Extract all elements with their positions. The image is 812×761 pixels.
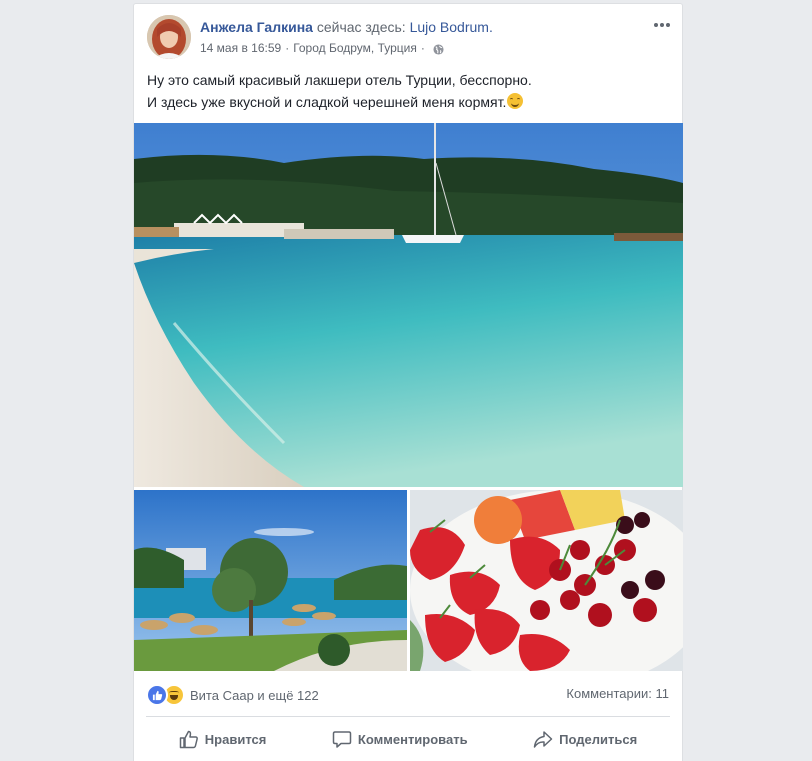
post-location-link[interactable]: Город Бодрум, Турция — [293, 40, 417, 56]
meta-separator: · — [420, 41, 425, 55]
smile-emoji-icon — [507, 93, 524, 109]
comments-count-link[interactable]: Комментарии: 11 — [566, 686, 669, 701]
share-arrow-icon — [533, 730, 553, 749]
post-photo-fruit[interactable] — [410, 490, 683, 671]
post-photo-resort[interactable] — [134, 490, 407, 671]
reactions-summary[interactable]: Вита Саар и ещё 122 — [146, 684, 319, 706]
globe-icon[interactable] — [433, 43, 444, 55]
like-button-label: Нравится — [204, 731, 267, 747]
comment-bubble-icon — [332, 730, 352, 749]
post-text-line-2-text: И здесь уже вкусной и сладкой черешней м… — [147, 94, 507, 110]
post-text-line-1: Ну это самый красивый лакшери отель Турц… — [147, 72, 532, 88]
author-name-link[interactable]: Анжела Галкина — [200, 19, 313, 35]
post-timestamp-link[interactable]: 14 мая в 16:59 — [200, 40, 281, 56]
post-photo-beach[interactable] — [134, 123, 683, 487]
checkin-text: сейчас здесь: — [316, 19, 406, 35]
like-reaction-icon — [146, 684, 168, 706]
post-text-line-2: И здесь уже вкусной и сладкой черешней м… — [147, 91, 667, 113]
feed-post: Анжела Галкина сейчас здесь: Lujo Bodrum… — [133, 3, 683, 761]
place-link[interactable]: Lujo Bodrum. — [410, 19, 493, 35]
post-meta: 14 мая в 16:59 · Город Бодрум, Турция · — [200, 40, 444, 56]
post-actions-bar: Нравится Комментировать Поделиться — [146, 722, 670, 756]
like-button[interactable]: Нравится — [179, 730, 267, 749]
reactions-text: Вита Саар и ещё 122 — [190, 687, 319, 703]
thumbs-up-icon — [179, 730, 199, 749]
comment-button-label: Комментировать — [357, 731, 468, 747]
post-header-line: Анжела Галкина сейчас здесь: Lujo Bodrum… — [200, 18, 493, 36]
more-options-icon[interactable] — [652, 17, 672, 33]
actions-divider — [146, 716, 670, 717]
share-button-label: Поделиться — [559, 731, 638, 747]
author-avatar[interactable] — [147, 15, 191, 59]
meta-separator: · — [285, 41, 290, 55]
share-button[interactable]: Поделиться — [533, 730, 637, 749]
comment-button[interactable]: Комментировать — [332, 730, 468, 749]
post-body: Ну это самый красивый лакшери отель Турц… — [147, 69, 667, 113]
